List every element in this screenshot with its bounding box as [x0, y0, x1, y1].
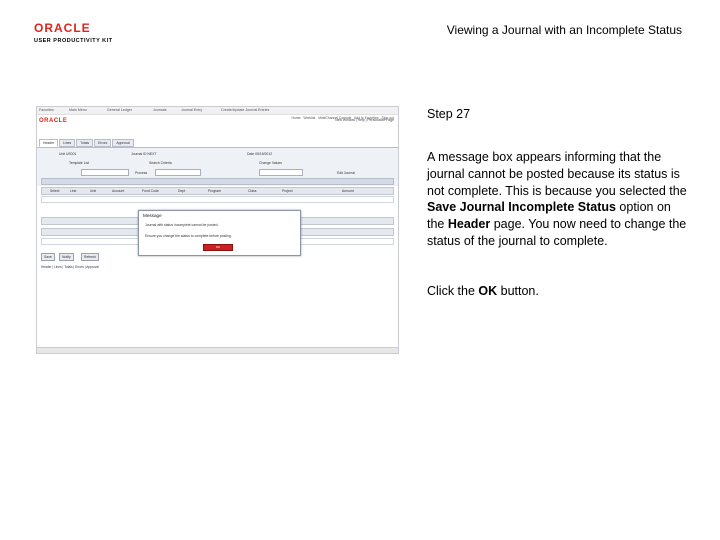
- nav-general-ledger[interactable]: General Ledger: [107, 108, 132, 112]
- nav-create-update[interactable]: Create/Update Journal Entries: [221, 108, 269, 112]
- desc-bold-option: Save Journal Incomplete Status: [427, 200, 616, 215]
- nav-journal-entry[interactable]: Journal Entry: [181, 108, 202, 112]
- search-criteria-label: Search Criteria: [149, 161, 172, 165]
- dialog-title: Message: [143, 213, 162, 218]
- dialog-message-line2: Ensure you change the status to complete…: [145, 234, 232, 238]
- top-navigation: Favorites Main Menu General Ledger Journ…: [37, 107, 398, 115]
- journal-id-label: Journal ID NEXT: [131, 152, 157, 156]
- tab-header[interactable]: Header: [39, 139, 59, 147]
- logo-upk-text: USER PRODUCTIVITY KIT: [34, 38, 113, 44]
- logo-oracle-text: ORACLE: [34, 21, 91, 35]
- desc-bold-header: Header: [447, 217, 491, 232]
- menu-home[interactable]: Home: [292, 116, 301, 120]
- nav-main-menu[interactable]: Main Menu: [69, 108, 87, 112]
- horizontal-scrollbar[interactable]: [37, 347, 398, 353]
- edit-journal-label[interactable]: Edit Journal: [337, 171, 355, 175]
- change-values-label: Change Values: [259, 161, 282, 165]
- tab-approval[interactable]: Approval: [112, 139, 134, 147]
- date-label: Date 05/15/2012: [247, 152, 273, 156]
- lines-grid-columns: Select Line Unit Account Fund Code Dept …: [41, 187, 394, 195]
- oracle-upk-logo: ORACLE USER PRODUCTIVITY KIT: [34, 22, 126, 48]
- ok-button[interactable]: OK: [203, 244, 233, 251]
- lines-grid-row[interactable]: [41, 196, 394, 203]
- col-line: Line: [70, 189, 77, 193]
- template-label[interactable]: Template List: [69, 161, 89, 165]
- col-dept: Dept: [178, 189, 186, 193]
- col-fund-code: Fund Code: [142, 189, 159, 193]
- col-unit: Unit: [90, 189, 97, 193]
- tab-lines[interactable]: Lines: [59, 139, 76, 147]
- bottom-page-links[interactable]: Header | Lines | Totals | Errors | Appro…: [41, 265, 99, 269]
- refresh-button[interactable]: Refresh: [81, 253, 99, 261]
- mini-oracle-logo: ORACLE: [39, 118, 68, 124]
- unit-label: Unit US001: [59, 152, 77, 156]
- page-title: Viewing a Journal with an Incomplete Sta…: [446, 23, 682, 37]
- dialog-message-line1: Journal with status Incomplete cannot be…: [145, 223, 219, 227]
- col-class: Class: [248, 189, 257, 193]
- menu-worklist[interactable]: Worklist: [303, 116, 315, 120]
- col-amount: Amount: [342, 189, 354, 193]
- process-label: Process: [135, 171, 148, 175]
- page-toolbar[interactable]: New Window | Help | Personalize Page: [335, 118, 394, 122]
- step-action: Click the OK button.: [427, 284, 539, 298]
- journal-header-area: Unit US001 Journal ID NEXT Date 05/15/20…: [37, 147, 398, 186]
- action-part-1: Click the: [427, 284, 479, 298]
- step-label: Step 27: [427, 107, 471, 121]
- nav-journals[interactable]: Journals: [153, 108, 167, 112]
- save-button[interactable]: Save: [41, 253, 55, 261]
- notify-button[interactable]: Notify: [59, 253, 74, 261]
- application-screenshot: Favorites Main Menu General Ledger Journ…: [36, 106, 399, 354]
- change-values-input[interactable]: [259, 169, 303, 176]
- nav-favorites[interactable]: Favorites: [39, 108, 54, 112]
- template-input[interactable]: [81, 169, 129, 176]
- lines-grid-header-bar: [41, 178, 394, 185]
- col-program: Program: [208, 189, 222, 193]
- col-account: Account: [112, 189, 125, 193]
- action-bold-ok: OK: [478, 284, 498, 298]
- message-dialog: Message Journal with status Incomplete c…: [138, 210, 301, 256]
- journal-tabs: Header Lines Totals Errors Approval: [39, 139, 135, 147]
- action-part-2: button.: [497, 284, 539, 298]
- process-select[interactable]: [155, 169, 201, 176]
- tab-totals[interactable]: Totals: [76, 139, 94, 147]
- col-select: Select: [50, 189, 60, 193]
- desc-part-1: A message box appears informing that the…: [427, 150, 687, 198]
- tab-errors[interactable]: Errors: [94, 139, 112, 147]
- step-description: A message box appears informing that the…: [427, 149, 687, 250]
- col-project: Project: [282, 189, 293, 193]
